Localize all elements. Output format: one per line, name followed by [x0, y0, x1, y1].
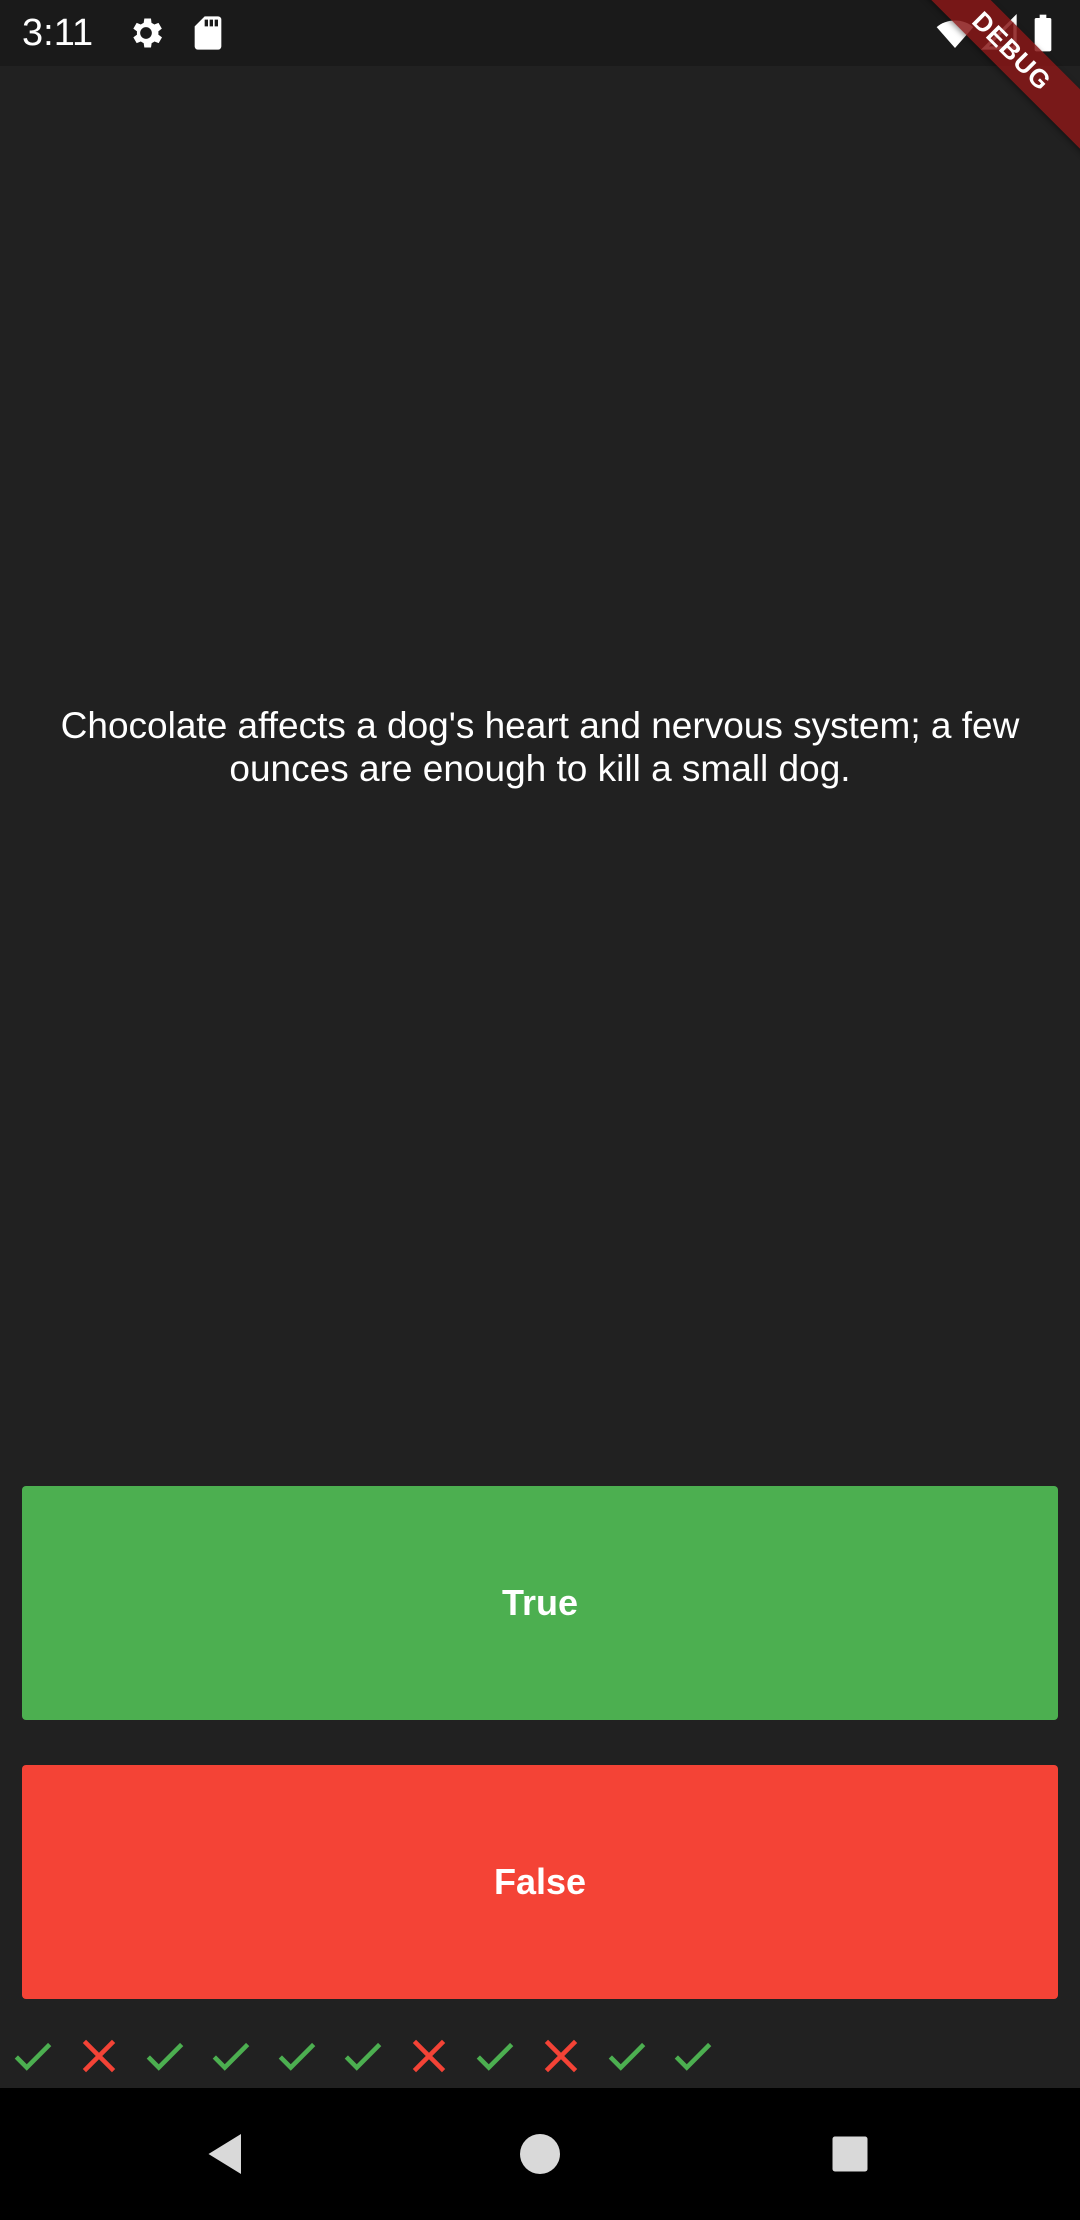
- home-icon[interactable]: [510, 2124, 570, 2184]
- quiz-screen: 3:11 DEBUG Chocolate affects a dog's hea…: [0, 0, 1080, 2220]
- status-bar: 3:11: [0, 0, 1080, 66]
- false-button[interactable]: False: [22, 1765, 1058, 1999]
- true-button[interactable]: True: [22, 1486, 1058, 1720]
- check-icon: [14, 2042, 52, 2071]
- check-icon: [476, 2042, 514, 2071]
- recents-icon[interactable]: [820, 2124, 880, 2184]
- question-text: Chocolate affects a dog's heart and nerv…: [60, 705, 1020, 789]
- close-icon: [82, 2039, 116, 2073]
- back-icon[interactable]: [196, 2124, 256, 2184]
- check-icon: [146, 2042, 184, 2071]
- check-icon: [608, 2042, 646, 2071]
- check-icon: [212, 2042, 250, 2071]
- close-icon: [412, 2039, 446, 2073]
- navigation-bar: [0, 2088, 1080, 2220]
- status-time: 3:11: [22, 12, 94, 54]
- check-icon: [344, 2042, 382, 2071]
- check-icon: [278, 2042, 316, 2071]
- gear-icon: [126, 13, 166, 53]
- question-area: Chocolate affects a dog's heart and nerv…: [0, 66, 1080, 1486]
- check-icon: [674, 2042, 712, 2071]
- close-icon: [544, 2039, 578, 2073]
- score-keeper: [0, 2026, 1080, 2086]
- sd-card-icon: [188, 13, 228, 53]
